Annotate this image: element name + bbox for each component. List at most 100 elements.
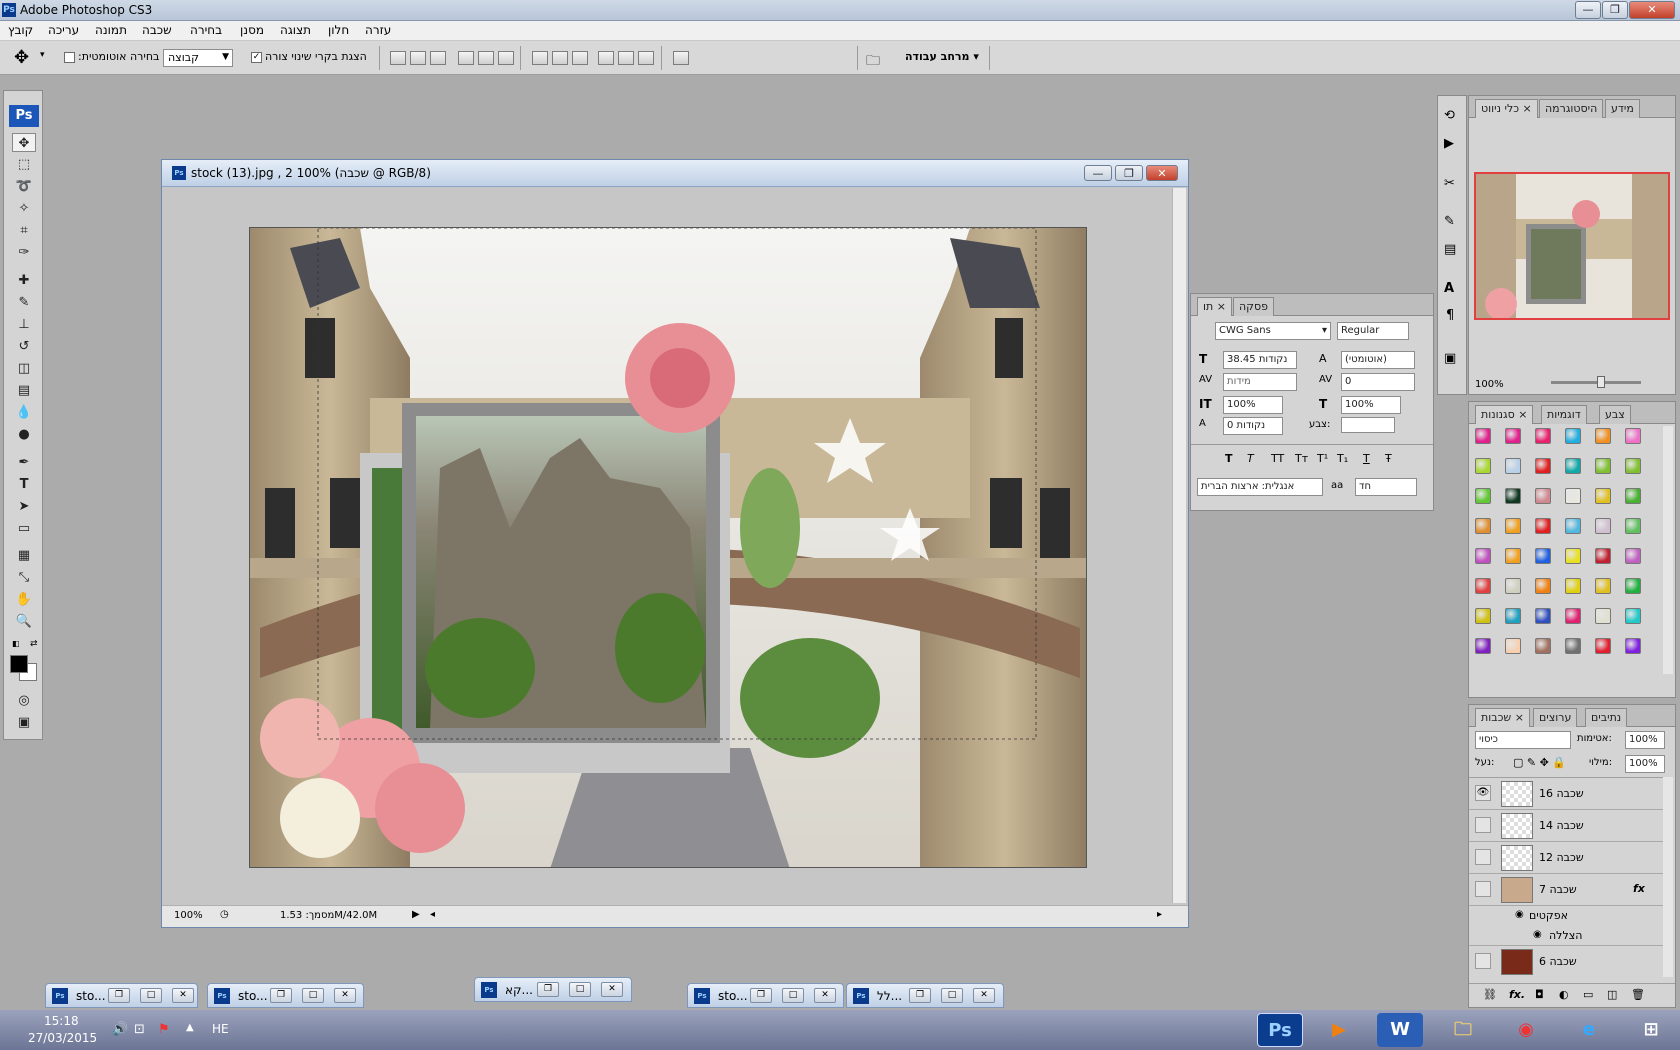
blend-mode-select[interactable]: כיסוי xyxy=(1475,731,1571,749)
maximize-button[interactable]: □ xyxy=(302,988,324,1003)
bridge-icon[interactable]: 🗀 xyxy=(866,50,880,74)
style-swatch[interactable] xyxy=(1625,608,1641,624)
tab-paths[interactable]: נתיבים xyxy=(1585,708,1628,727)
actions-icon[interactable]: ▶ xyxy=(1444,136,1454,151)
style-swatch[interactable] xyxy=(1595,638,1611,654)
style-swatch[interactable] xyxy=(1475,428,1491,444)
shape-tool-icon[interactable]: ▭ xyxy=(12,519,36,538)
character-icon[interactable]: A xyxy=(1444,281,1454,296)
maximize-button[interactable]: □ xyxy=(782,988,804,1003)
distribute-vcenter-icon[interactable] xyxy=(552,51,568,65)
tab-info[interactable]: מידע xyxy=(1605,99,1640,118)
workspace-button[interactable]: מרחב עבודה ▾ xyxy=(905,50,979,63)
doc-close-button[interactable]: ✕ xyxy=(1146,165,1178,181)
align-bottom-icon[interactable] xyxy=(430,51,446,65)
style-swatch[interactable] xyxy=(1505,608,1521,624)
style-swatch[interactable] xyxy=(1535,488,1551,504)
history-icon[interactable]: ⟲ xyxy=(1444,108,1455,123)
text-color-swatch[interactable] xyxy=(1341,417,1395,433)
tab-styles[interactable]: סגנונות × xyxy=(1475,405,1534,424)
maximize-button[interactable]: □ xyxy=(140,988,162,1003)
blur-tool-icon[interactable]: 💧 xyxy=(12,403,36,422)
align-left-icon[interactable] xyxy=(458,51,474,65)
gradient-tool-icon[interactable]: ▤ xyxy=(12,381,36,400)
eye-icon[interactable] xyxy=(1475,953,1491,969)
add-style-icon[interactable]: fx. xyxy=(1509,988,1525,1001)
layers-scrollbar[interactable] xyxy=(1663,777,1673,977)
superscript-button[interactable]: T¹ xyxy=(1317,452,1328,465)
distribute-right-icon[interactable] xyxy=(638,51,654,65)
antialias-field[interactable]: חד xyxy=(1355,478,1417,496)
taskbar-start-icon[interactable]: ⊞ xyxy=(1628,1013,1674,1047)
menu-edit[interactable]: עריכה xyxy=(48,23,79,37)
minimized-doc[interactable]: Ps sto... ❐ □ ✕ xyxy=(207,983,364,1008)
taskbar-photoshop-icon[interactable]: Ps xyxy=(1257,1013,1303,1047)
style-swatch[interactable] xyxy=(1535,578,1551,594)
style-swatch[interactable] xyxy=(1535,428,1551,444)
style-swatch[interactable] xyxy=(1565,458,1581,474)
layer-row[interactable]: שכבה 7 fx xyxy=(1469,874,1663,906)
style-swatch[interactable] xyxy=(1595,578,1611,594)
zoom-tool-icon[interactable]: 🔍 xyxy=(12,612,36,631)
baseline-field[interactable]: 0 נקודות xyxy=(1223,417,1283,435)
history-brush-icon[interactable]: ↺ xyxy=(12,337,36,356)
align-right-icon[interactable] xyxy=(498,51,514,65)
close-button[interactable]: ✕ xyxy=(601,982,623,997)
vertical-scale-field[interactable]: 100% xyxy=(1223,396,1283,414)
eyedropper-icon[interactable]: ⤡ xyxy=(12,568,36,587)
quick-mask-icon[interactable]: ◎ xyxy=(12,691,36,710)
eye-icon[interactable] xyxy=(1475,881,1491,897)
brushes-icon[interactable]: ✎ xyxy=(1444,214,1455,229)
magic-wand-icon[interactable]: ✧ xyxy=(12,199,36,218)
taskbar-folder-icon[interactable]: 🗀 xyxy=(1440,1013,1486,1047)
adjustment-layer-icon[interactable]: ◐ xyxy=(1559,988,1569,1001)
move-tool-icon[interactable]: ✥ xyxy=(12,133,36,152)
style-swatch[interactable] xyxy=(1625,518,1641,534)
scroll-left-icon[interactable]: ◂ xyxy=(430,909,435,920)
eye-icon[interactable] xyxy=(1475,849,1491,865)
style-swatch[interactable] xyxy=(1505,428,1521,444)
show-transform-checkbox[interactable]: ✓ xyxy=(251,52,262,63)
style-swatch[interactable] xyxy=(1505,518,1521,534)
swap-colors-icon[interactable]: ⇄ xyxy=(30,639,38,649)
close-button[interactable]: ✕ xyxy=(334,988,356,1003)
canvas[interactable] xyxy=(249,227,1087,868)
layer-row[interactable]: שכבה 14 xyxy=(1469,810,1663,842)
style-swatch[interactable] xyxy=(1625,428,1641,444)
crop-tool-icon[interactable]: ⌗ xyxy=(12,221,36,240)
close-button[interactable]: ✕ xyxy=(172,988,194,1003)
new-group-icon[interactable]: ▭ xyxy=(1583,988,1593,1001)
tab-navigator[interactable]: כלי ניווט × xyxy=(1475,99,1538,118)
style-swatch[interactable] xyxy=(1505,638,1521,654)
layer-row[interactable]: 👁 שכבה 16 xyxy=(1469,778,1663,810)
menu-image[interactable]: תמונה xyxy=(95,23,127,37)
maximize-button[interactable]: □ xyxy=(941,988,963,1003)
align-top-icon[interactable] xyxy=(390,51,406,65)
style-swatch[interactable] xyxy=(1565,428,1581,444)
all-caps-button[interactable]: TT xyxy=(1271,452,1284,465)
style-swatch[interactable] xyxy=(1595,518,1611,534)
tab-channels[interactable]: ערוצים xyxy=(1533,708,1578,727)
font-style-field[interactable]: Regular xyxy=(1337,322,1409,340)
tool-preset-dropdown-icon[interactable]: ▾ xyxy=(40,50,45,60)
style-swatch[interactable] xyxy=(1595,548,1611,564)
type-tool-icon[interactable]: T xyxy=(12,475,36,494)
kerning-field[interactable]: מידות xyxy=(1223,373,1297,391)
style-swatch[interactable] xyxy=(1535,548,1551,564)
distribute-left-icon[interactable] xyxy=(598,51,614,65)
minimized-doc[interactable]: Ps לל... ❐ □ ✕ xyxy=(846,983,1004,1008)
eye-icon[interactable] xyxy=(1475,817,1491,833)
close-button[interactable]: ✕ xyxy=(814,988,836,1003)
minimize-button[interactable]: — xyxy=(1575,1,1601,19)
menu-help[interactable]: עזרה xyxy=(365,23,391,37)
maximize-button[interactable]: □ xyxy=(569,982,591,997)
tracking-field[interactable]: 0 xyxy=(1341,373,1415,391)
styles-scrollbar[interactable] xyxy=(1663,426,1673,674)
style-swatch[interactable] xyxy=(1595,608,1611,624)
foreground-color-swatch[interactable] xyxy=(10,655,28,673)
style-swatch[interactable] xyxy=(1475,488,1491,504)
style-swatch[interactable] xyxy=(1565,608,1581,624)
pen-tool-icon[interactable]: ✒ xyxy=(12,453,36,472)
eye-icon[interactable]: 👁 xyxy=(1475,785,1491,801)
eraser-tool-icon[interactable]: ◫ xyxy=(12,359,36,378)
